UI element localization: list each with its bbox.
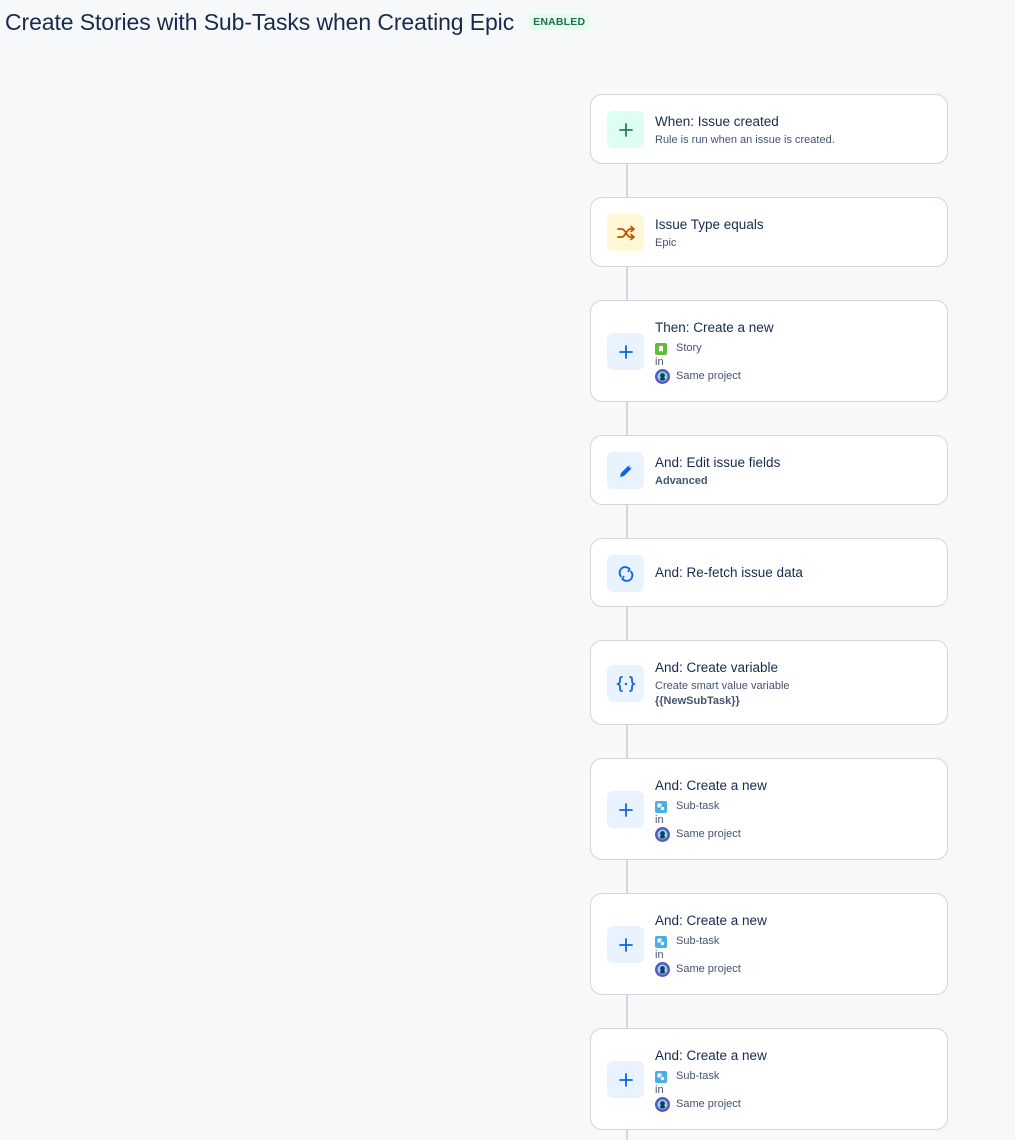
- plus-icon: [607, 333, 644, 370]
- issue-type-label: Sub-task: [676, 1070, 720, 1082]
- edit-fields-detail: Advanced: [655, 475, 708, 487]
- flow-connector: [626, 607, 628, 640]
- flow-connector: [626, 725, 628, 758]
- flow-connector: [626, 164, 628, 197]
- create-story-title: Then: Create a new: [655, 320, 774, 335]
- refresh-icon: [607, 555, 644, 592]
- project-avatar-icon: [655, 1097, 670, 1112]
- subtask-icon: [655, 800, 667, 813]
- condition-title: Issue Type equals: [655, 217, 764, 232]
- plus-icon: [607, 1061, 644, 1098]
- project-avatar-icon: [655, 369, 670, 384]
- trigger-title: When: Issue created: [655, 114, 779, 129]
- create-variable-subtitle: Create smart value variable: [655, 680, 790, 692]
- rule-title: Create Stories with Sub-Tasks when Creat…: [5, 9, 515, 35]
- page-header: Create Stories with Sub-Tasks when Creat…: [5, 9, 590, 36]
- plus-icon: [607, 791, 644, 828]
- plus-icon: [607, 111, 644, 148]
- condition-card[interactable]: Issue Type equals Epic: [590, 197, 948, 267]
- subtask-icon: [655, 1070, 667, 1083]
- in-label: in: [655, 814, 664, 826]
- project-avatar-icon: [655, 827, 670, 842]
- project-label: Same project: [676, 828, 741, 840]
- pencil-icon: [607, 452, 644, 489]
- bookmark-icon: [655, 342, 667, 355]
- flow-connector: [626, 267, 628, 300]
- create-subtask-card[interactable]: And: Create a new Sub-task in Same proje…: [590, 758, 948, 860]
- trigger-card[interactable]: When: Issue created Rule is run when an …: [590, 94, 948, 164]
- plus-icon: [607, 926, 644, 963]
- refetch-title: And: Re-fetch issue data: [655, 565, 803, 580]
- refetch-card[interactable]: And: Re-fetch issue data: [590, 538, 948, 607]
- project-label: Same project: [676, 1098, 741, 1110]
- create-subtask-title: And: Create a new: [655, 1048, 767, 1063]
- in-label: in: [655, 949, 664, 961]
- flow-connector: [626, 505, 628, 538]
- create-variable-card[interactable]: And: Create variable Create smart value …: [590, 640, 948, 725]
- issue-type-label: Story: [676, 342, 702, 354]
- shuffle-branch-icon: [607, 214, 644, 251]
- create-subtask-title: And: Create a new: [655, 913, 767, 928]
- create-subtask-card[interactable]: And: Create a new Sub-task in Same proje…: [590, 1028, 948, 1130]
- project-label: Same project: [676, 963, 741, 975]
- condition-subtitle: Epic: [655, 237, 677, 249]
- create-variable-title: And: Create variable: [655, 660, 779, 675]
- project-label: Same project: [676, 370, 741, 382]
- create-story-card[interactable]: Then: Create a new Story in Same project: [590, 300, 948, 402]
- in-label: in: [655, 356, 664, 368]
- status-badge: ENABLED: [529, 13, 590, 30]
- edit-fields-title: And: Edit issue fields: [655, 455, 781, 470]
- variable-name: {{NewSubTask}}: [655, 695, 740, 707]
- issue-type-label: Sub-task: [676, 800, 720, 812]
- flow-connector: [626, 995, 628, 1028]
- issue-type-label: Sub-task: [676, 935, 720, 947]
- edit-fields-card[interactable]: And: Edit issue fields Advanced: [590, 435, 948, 505]
- curly-braces-icon: [607, 665, 644, 702]
- create-subtask-title: And: Create a new: [655, 778, 767, 793]
- project-avatar-icon: [655, 962, 670, 977]
- flow-connector: [626, 1130, 628, 1140]
- flow-connector: [626, 402, 628, 435]
- in-label: in: [655, 1084, 664, 1096]
- trigger-subtitle: Rule is run when an issue is created.: [655, 134, 835, 146]
- create-subtask-card[interactable]: And: Create a new Sub-task in Same proje…: [590, 893, 948, 995]
- flow-connector: [626, 860, 628, 893]
- subtask-icon: [655, 935, 667, 948]
